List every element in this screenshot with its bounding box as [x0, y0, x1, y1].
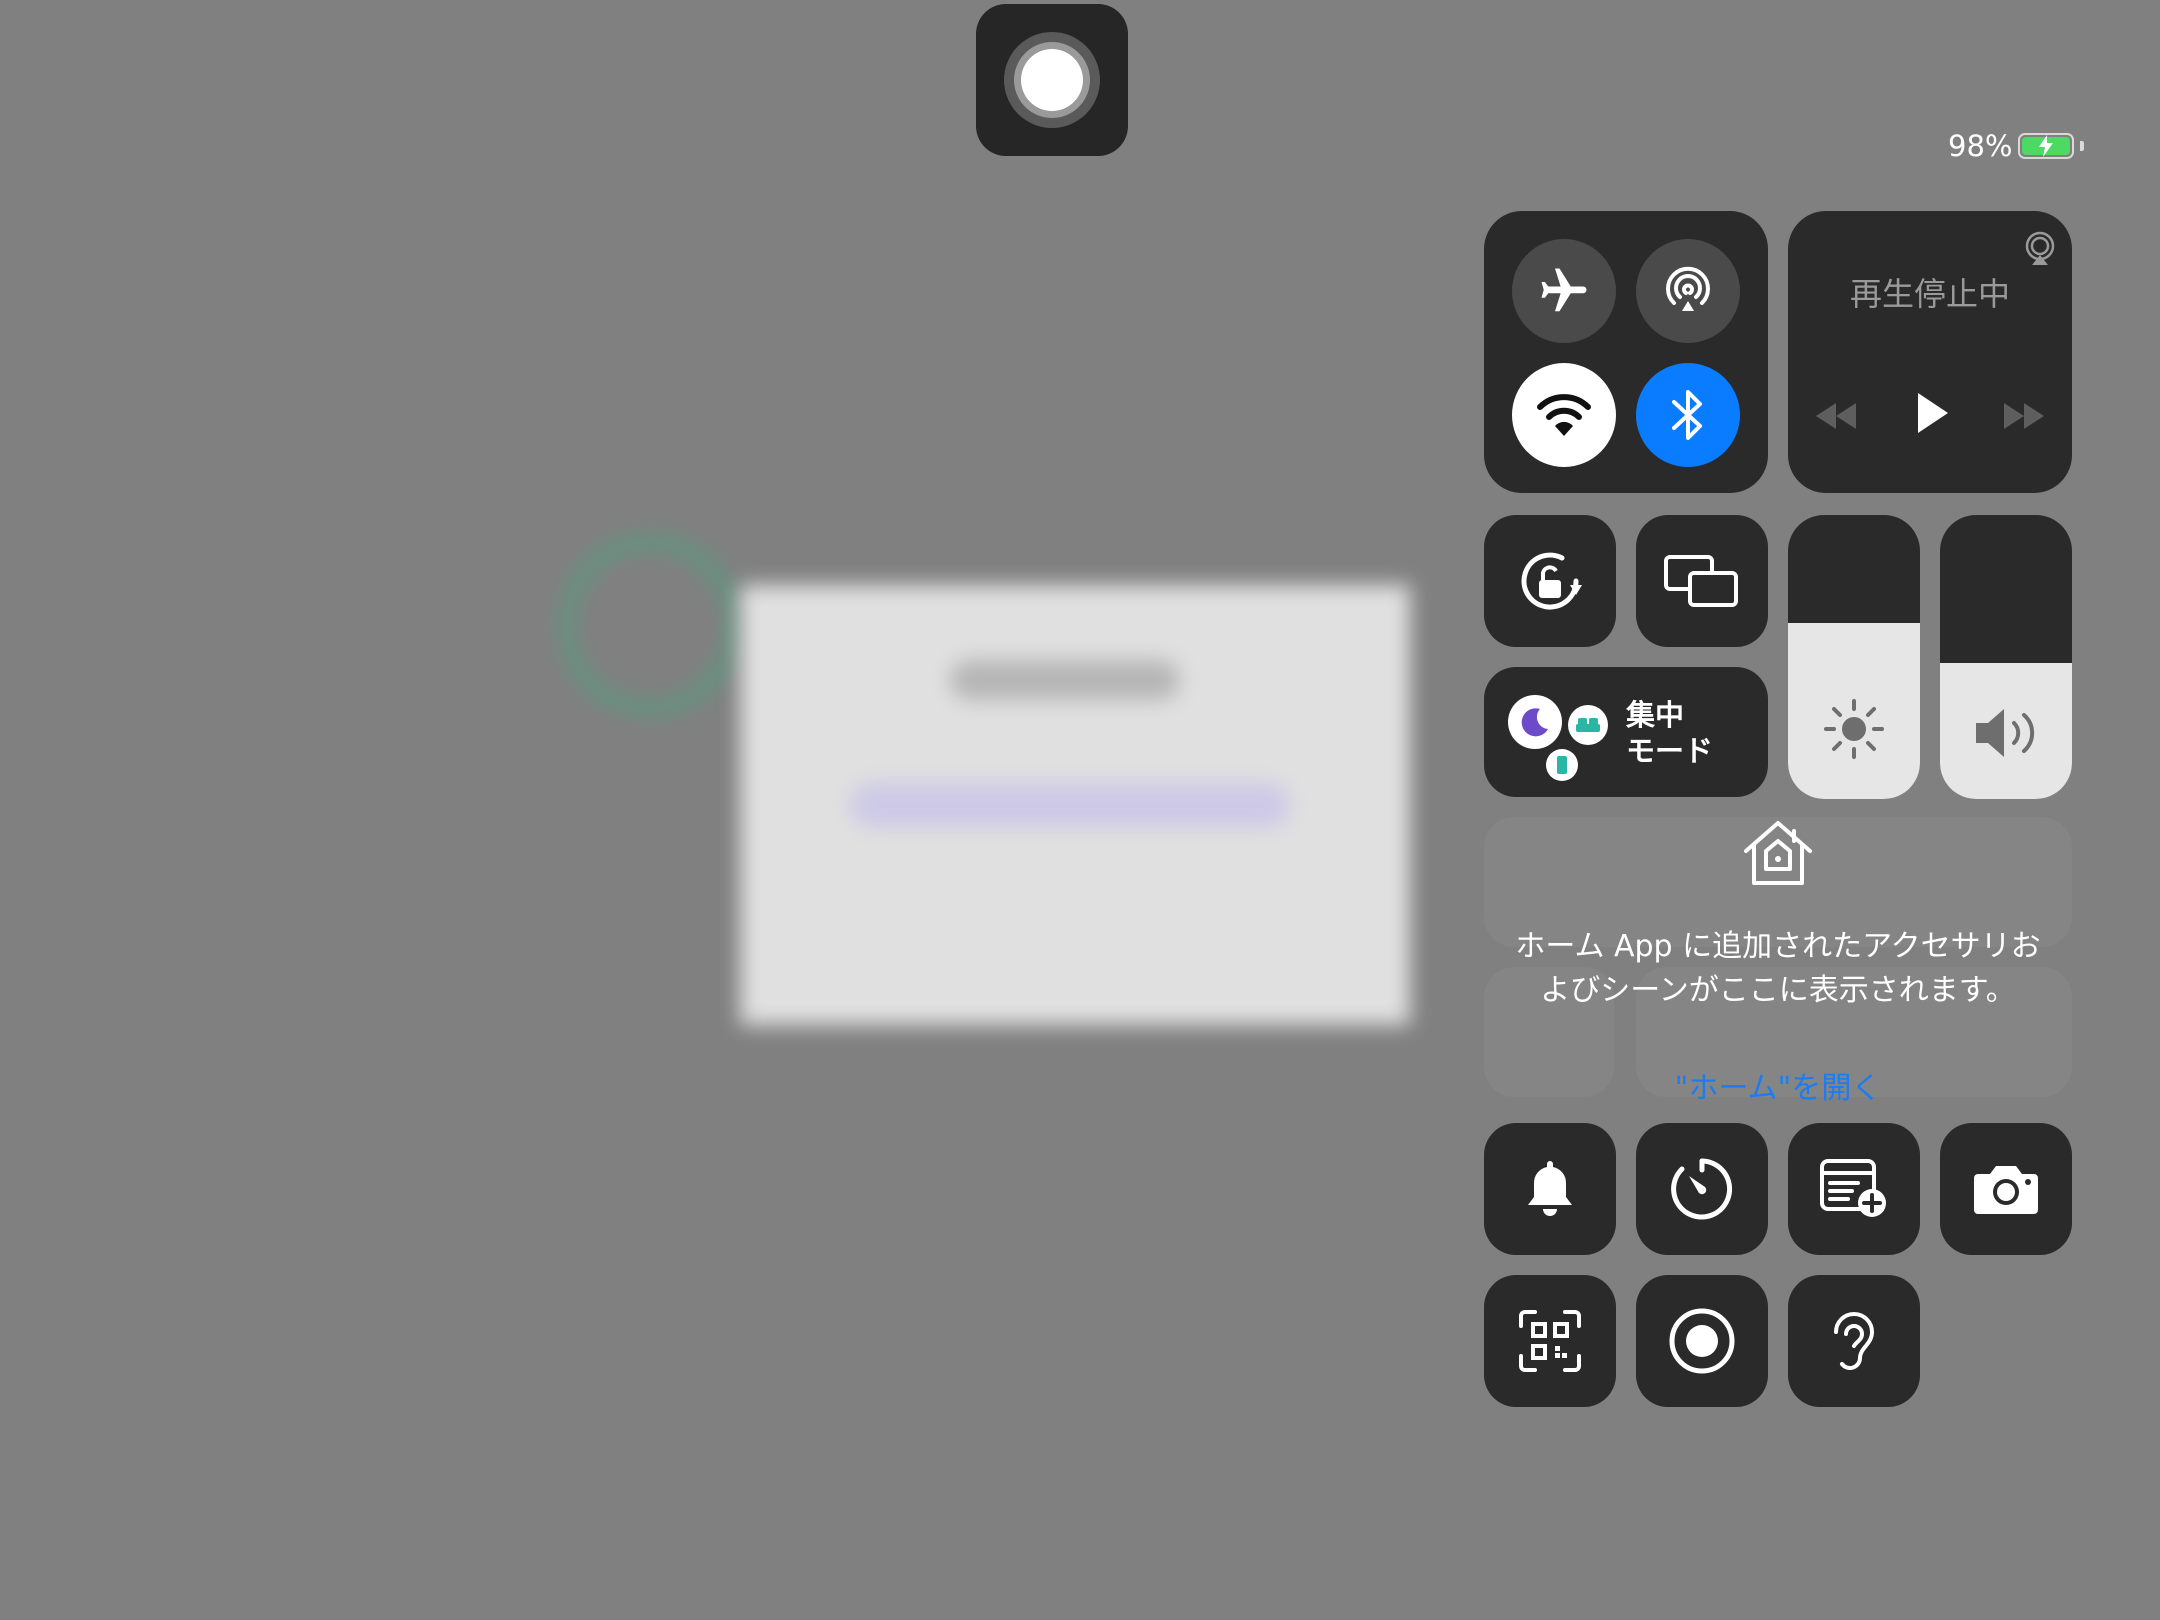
battery-status: 98% — [1948, 126, 2085, 166]
screen-mirroring-icon — [1664, 555, 1738, 607]
connectivity-module — [1484, 211, 1768, 493]
play-icon[interactable] — [1912, 389, 1952, 437]
speaker-icon — [1976, 709, 2035, 757]
fast-forward-icon[interactable] — [2000, 401, 2048, 431]
screen-record-icon — [1669, 1308, 1735, 1374]
qr-scanner-icon — [1519, 1310, 1581, 1372]
bell-icon — [1528, 1161, 1572, 1216]
wifi-icon — [1537, 394, 1591, 436]
airplane-icon — [1541, 268, 1587, 312]
assistive-touch-button[interactable] — [976, 4, 1128, 156]
charging-bolt-icon — [2039, 135, 2054, 157]
moon-icon — [1508, 695, 1562, 749]
volume-slider[interactable] — [1940, 515, 2072, 799]
orientation-lock-icon — [1521, 552, 1582, 610]
focus-label: 集中 モード — [1626, 698, 1714, 768]
sun-icon — [1824, 699, 1884, 759]
open-home-link[interactable]: "ホーム"を開く — [1484, 1063, 2072, 1107]
now-playing-module[interactable]: 再生停止中 — [1788, 211, 2072, 493]
airplay-icon[interactable] — [2022, 231, 2058, 267]
screen-mirroring-button[interactable] — [1636, 515, 1768, 647]
quick-note-icon — [1820, 1159, 1886, 1217]
bed-icon — [1568, 705, 1608, 745]
wifi-button[interactable] — [1512, 363, 1616, 467]
background-blurred-card — [740, 585, 1410, 1025]
timer-button[interactable] — [1636, 1123, 1768, 1255]
home-module: ホーム App に追加されたアクセサリおよびシーンがここに表示されます。 "ホー… — [1484, 817, 2072, 1106]
hearing-button[interactable] — [1788, 1275, 1920, 1407]
battery-icon — [2018, 133, 2075, 159]
airdrop-icon — [1666, 266, 1710, 311]
home-icon — [1744, 821, 1812, 885]
airplane-mode-button[interactable] — [1512, 239, 1616, 343]
timer-icon — [1671, 1158, 1733, 1220]
home-message: ホーム App に追加されたアクセサリおよびシーンがここに表示されます。 — [1515, 929, 2041, 1008]
focus-mode-button[interactable]: 集中 モード — [1484, 667, 1768, 797]
background-blurred-shape — [555, 530, 745, 720]
quick-note-button[interactable] — [1788, 1123, 1920, 1255]
battery-percentage: 98% — [1948, 129, 2013, 163]
qr-scanner-button[interactable] — [1484, 1275, 1616, 1407]
silent-mode-button[interactable] — [1484, 1123, 1616, 1255]
camera-icon — [1974, 1166, 2038, 1214]
screen-record-button[interactable] — [1636, 1275, 1768, 1407]
brightness-slider[interactable] — [1788, 515, 1920, 799]
camera-button[interactable] — [1940, 1123, 2072, 1255]
bluetooth-button[interactable] — [1636, 363, 1740, 467]
now-playing-title: 再生停止中 — [1849, 275, 2010, 313]
phone-icon — [1546, 749, 1578, 781]
bluetooth-icon — [1672, 390, 1702, 440]
airdrop-button[interactable] — [1636, 239, 1740, 343]
hearing-icon — [1834, 1312, 1875, 1370]
orientation-lock-button[interactable] — [1484, 515, 1616, 647]
rewind-icon[interactable] — [1812, 401, 1860, 431]
